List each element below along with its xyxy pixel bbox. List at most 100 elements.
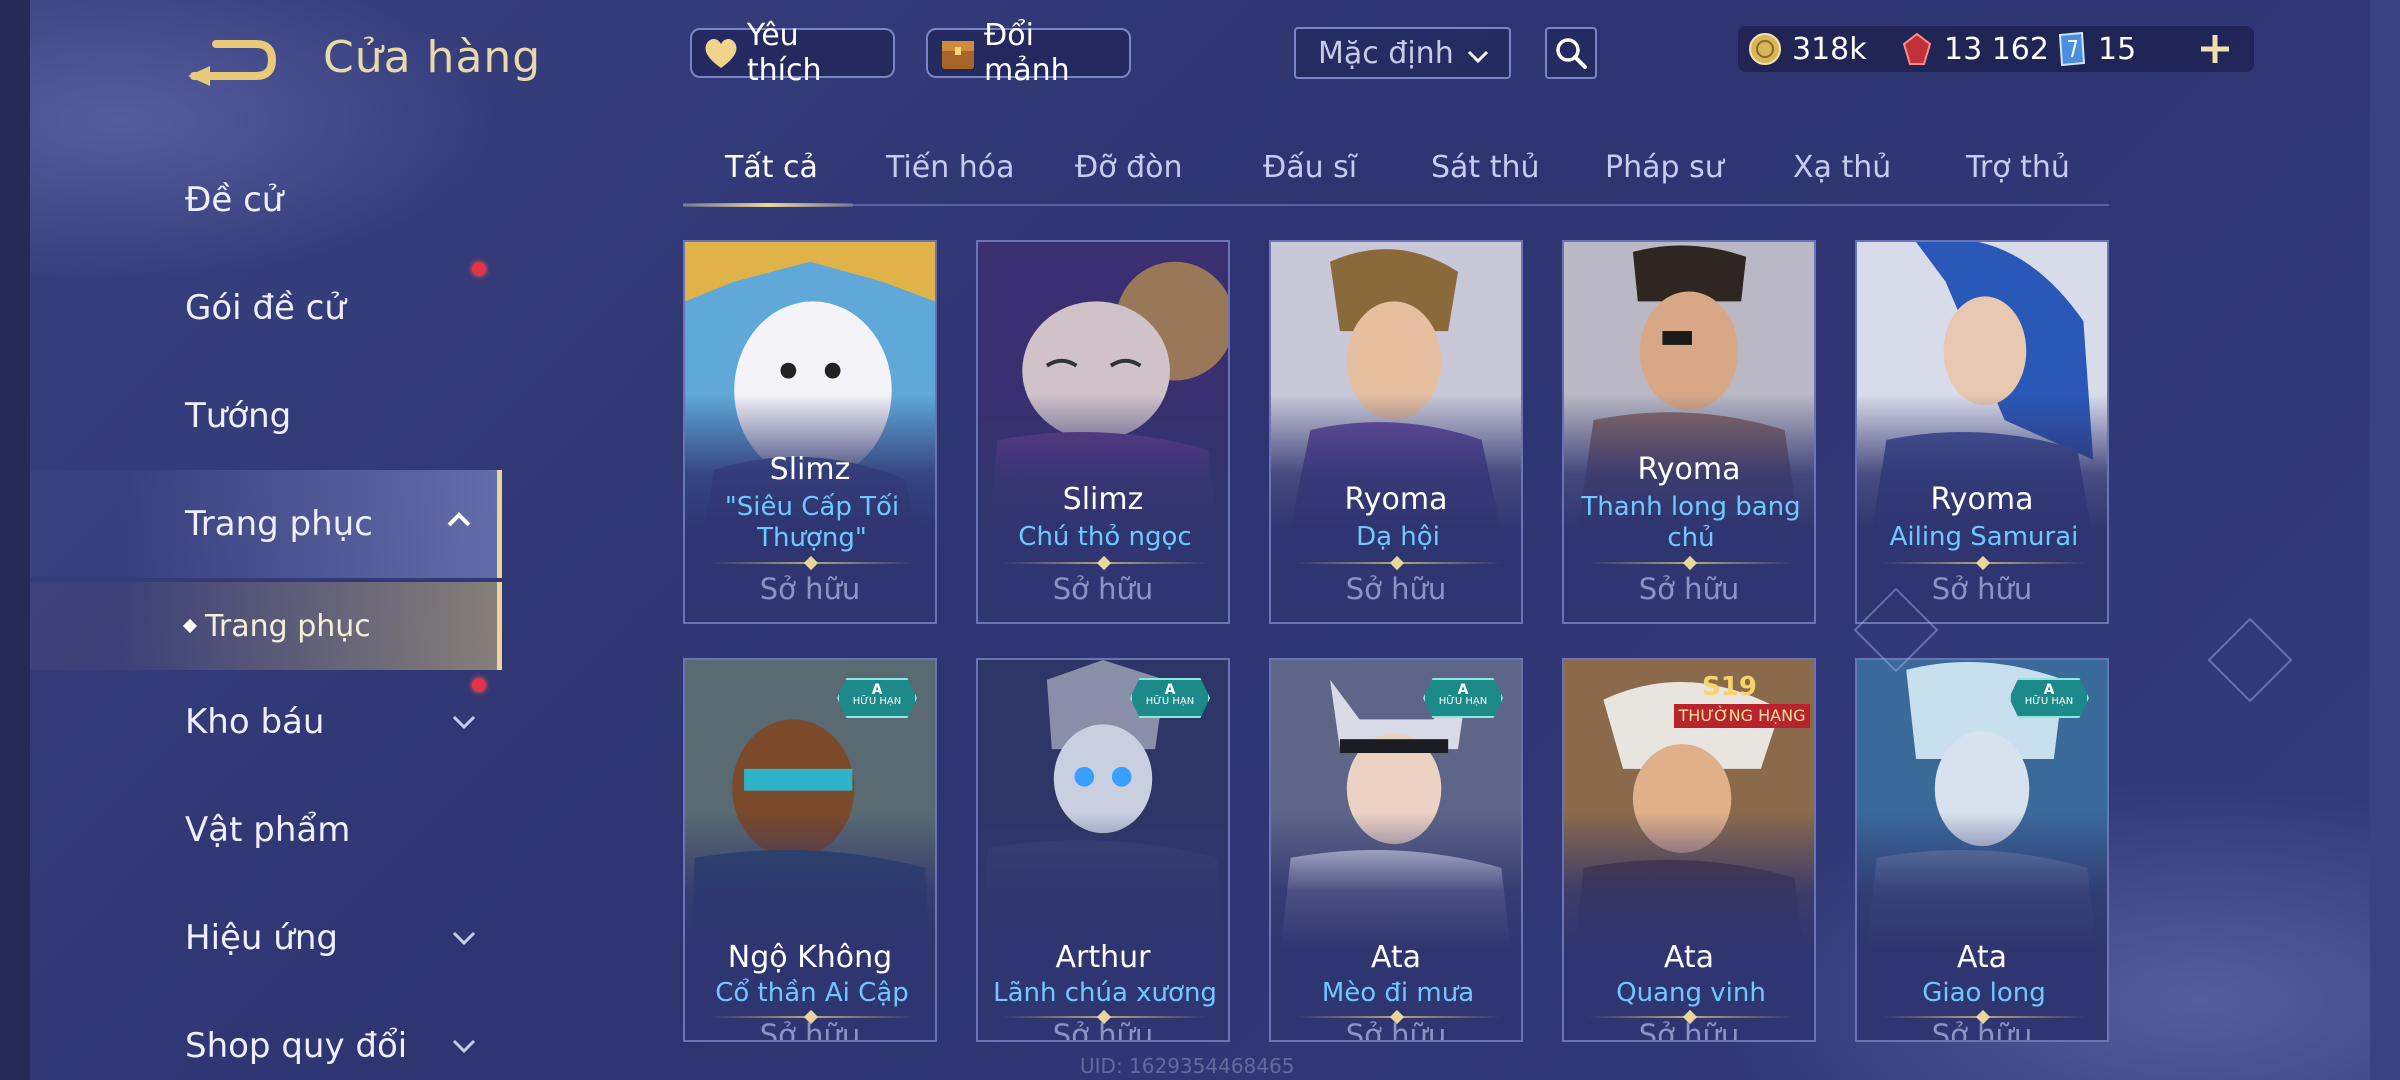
gold-amount: 318k bbox=[1792, 31, 1867, 67]
plus-icon bbox=[2201, 35, 2229, 63]
sidebar-item-label: Gói đề cử bbox=[185, 288, 346, 328]
owned-status: Sở hữu bbox=[759, 1018, 861, 1042]
top-up-button[interactable] bbox=[2194, 28, 2236, 70]
sidebar-item-treasure[interactable]: Kho báu bbox=[30, 672, 502, 772]
skin-name: Lãnh chúa xương bbox=[993, 978, 1217, 1008]
skin-name: Mèo đi mưa bbox=[1321, 978, 1475, 1008]
screen-edge-right bbox=[2370, 0, 2400, 1080]
skin-name: Giao long bbox=[1922, 978, 2046, 1008]
sidebar-item-exchange-shop[interactable]: Shop quy đổi bbox=[30, 996, 502, 1080]
tab-fighter[interactable]: Đấu sĩ bbox=[1263, 150, 1357, 185]
hero-name: Ryoma bbox=[1344, 482, 1448, 517]
limited-badge: A HỮU HẠN bbox=[837, 678, 917, 718]
skin-name: Ailing Samurai bbox=[1889, 522, 2079, 552]
sidebar-item-label: Tướng bbox=[185, 396, 292, 436]
search-icon bbox=[1556, 38, 1587, 69]
skin-card[interactable]: A HỮU HẠN Ngộ Không Cổ thần Ai Cập Sở hữu bbox=[683, 658, 937, 1042]
owned-status: Sở hữu bbox=[1931, 1018, 2033, 1042]
hero-name: Ngộ Không bbox=[727, 940, 893, 975]
chevron-down-icon bbox=[452, 715, 476, 730]
back-arrow-icon bbox=[188, 40, 277, 86]
decorative-gem-icon bbox=[2207, 617, 2293, 703]
shard-chest-icon bbox=[938, 33, 978, 73]
limited-badge: A HỮU HẠN bbox=[2009, 678, 2089, 718]
sidebar-item-label: Trang phục bbox=[185, 504, 373, 544]
chevron-down-icon bbox=[1467, 50, 1489, 64]
voucher-amount: 13 162 bbox=[1944, 31, 2049, 67]
active-tab-underline bbox=[683, 203, 853, 207]
chevron-up-icon bbox=[447, 512, 471, 527]
sidebar-item-label: Hiệu ứng bbox=[185, 918, 338, 958]
sidebar-subitem-label: Trang phục bbox=[205, 608, 371, 644]
ticket-icon bbox=[2052, 30, 2090, 68]
tab-assassin[interactable]: Sát thủ bbox=[1431, 150, 1540, 185]
skin-card[interactable]: A HỮU HẠN Ata Giao long Sở hữu bbox=[1855, 658, 2109, 1042]
skin-card[interactable]: A HỮU HẠN Ata Mèo đi mưa Sở hữu bbox=[1269, 658, 1523, 1042]
tab-mage[interactable]: Pháp sư bbox=[1605, 150, 1724, 185]
sidebar-item-label: Vật phẩm bbox=[185, 810, 351, 850]
skin-card[interactable]: Ryoma Thanh long bang chủ Sở hữu bbox=[1562, 240, 1816, 624]
skin-name: Chú thỏ ngọc bbox=[1018, 522, 1192, 552]
hero-name: Ryoma bbox=[1637, 452, 1741, 487]
shard-label: Đổi mảnh bbox=[984, 18, 1070, 88]
favorites-label: Yêu thích bbox=[746, 18, 822, 88]
sidebar-item-label: Kho báu bbox=[185, 702, 325, 742]
chevron-down-icon bbox=[452, 931, 476, 946]
sort-dropdown[interactable]: Mặc định bbox=[1294, 27, 1511, 79]
sidebar-item-items[interactable]: Vật phẩm bbox=[30, 780, 502, 880]
category-tabs: Tất cả Tiến hóa Đỡ đòn Đấu sĩ Sát thủ Ph… bbox=[683, 140, 2109, 207]
limited-badge: A HỮU HẠN bbox=[1130, 678, 1210, 718]
skin-name: "Siêu Cấp Tối Thượng" bbox=[724, 492, 900, 553]
skin-card[interactable]: S19 THƯỜNG HẠNG Ata Quang vinh Sở hữu bbox=[1562, 658, 1816, 1042]
hero-name: Ata bbox=[1956, 940, 2008, 975]
search-button[interactable] bbox=[1545, 27, 1597, 79]
ticket-balance: 15 bbox=[2052, 26, 2136, 72]
favorites-button[interactable]: Yêu thích bbox=[690, 18, 895, 88]
sidebar-item-heroes[interactable]: Tướng bbox=[30, 366, 502, 466]
tab-marksman[interactable]: Xạ thủ bbox=[1793, 150, 1891, 185]
hero-name: Slimz bbox=[769, 452, 851, 487]
voucher-gem-icon bbox=[1898, 30, 1936, 68]
owned-status: Sở hữu bbox=[1052, 572, 1154, 606]
sidebar-item-label: Shop quy đổi bbox=[185, 1026, 408, 1066]
sidebar-subitem-skins[interactable]: Trang phục bbox=[30, 582, 502, 670]
owned-status: Sở hữu bbox=[1345, 572, 1447, 606]
notification-dot bbox=[472, 262, 486, 276]
hero-name: Ata bbox=[1370, 940, 1422, 975]
shop-screen: Cửa hàng Yêu thích Đổi mảnh Mặc định 318… bbox=[0, 0, 2400, 1080]
gold-balance: 318k bbox=[1746, 26, 1867, 72]
voucher-balance: 13 162 bbox=[1898, 26, 2049, 72]
chevron-down-icon bbox=[452, 1039, 476, 1054]
sidebar-item-skins[interactable]: Trang phục bbox=[30, 470, 502, 578]
skin-card[interactable]: Slimz "Siêu Cấp Tối Thượng" Sở hữu bbox=[683, 240, 937, 624]
screen-edge-left bbox=[0, 0, 30, 1080]
skin-card[interactable]: Slimz Chú thỏ ngọc Sở hữu bbox=[976, 240, 1230, 624]
heart-icon bbox=[702, 33, 741, 73]
shard-exchange-button[interactable]: Đổi mảnh bbox=[926, 18, 1131, 88]
back-button[interactable] bbox=[186, 36, 278, 86]
tab-support[interactable]: Trợ thủ bbox=[1966, 150, 2070, 185]
sidebar-item-featured-bundles[interactable]: Gói đề cử bbox=[30, 258, 502, 358]
skin-name: Thanh long bang chủ bbox=[1581, 492, 1801, 553]
owned-status: Sở hữu bbox=[1052, 1018, 1154, 1042]
sidebar-item-effects[interactable]: Hiệu ứng bbox=[30, 888, 502, 988]
skin-card[interactable]: Ryoma Ailing Samurai Sở hữu bbox=[1855, 240, 2109, 624]
sidebar: Đề cử Gói đề cử Tướng Trang phục Trang p… bbox=[30, 150, 502, 1080]
gold-coin-icon bbox=[1746, 30, 1784, 68]
owned-status: Sở hữu bbox=[1638, 572, 1740, 606]
sidebar-item-label: Đề cử bbox=[185, 180, 284, 220]
owned-status: Sở hữu bbox=[1638, 1018, 1740, 1042]
sort-value: Mặc định bbox=[1318, 35, 1454, 71]
sidebar-item-featured[interactable]: Đề cử bbox=[30, 150, 502, 250]
ticket-amount: 15 bbox=[2098, 31, 2137, 67]
tab-tank[interactable]: Đỡ đòn bbox=[1075, 150, 1183, 185]
owned-status: Sở hữu bbox=[1345, 1018, 1447, 1042]
limited-badge: A HỮU HẠN bbox=[1423, 678, 1503, 718]
tab-all[interactable]: Tất cả bbox=[725, 150, 818, 185]
skin-card[interactable]: A HỮU HẠN Arthur Lãnh chúa xương Sở hữu bbox=[976, 658, 1230, 1042]
skin-card[interactable]: Ryoma Dạ hội Sở hữu bbox=[1269, 240, 1523, 624]
hero-name: Ata bbox=[1663, 940, 1715, 975]
hero-name: Slimz bbox=[1062, 482, 1144, 517]
season-rank-badge: S19 THƯỜNG HẠNG bbox=[1672, 668, 1812, 728]
tab-evolution[interactable]: Tiến hóa bbox=[886, 150, 1015, 185]
